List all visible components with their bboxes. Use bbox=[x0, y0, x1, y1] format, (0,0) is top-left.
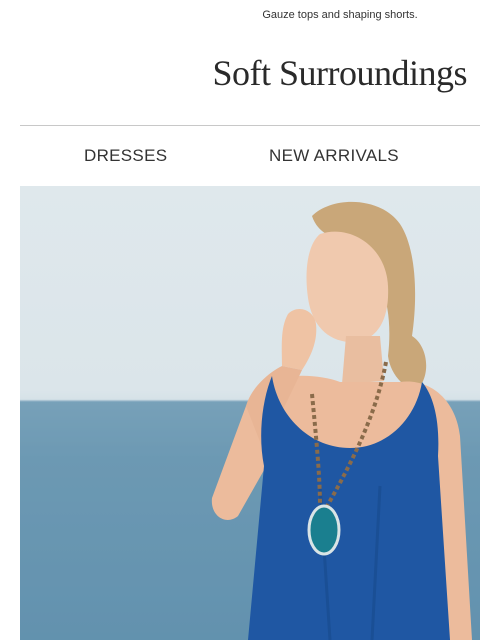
hero-illustration bbox=[20, 201, 480, 640]
preheader: Gauze tops and shaping shorts. bbox=[0, 9, 480, 21]
hero-image[interactable] bbox=[20, 186, 480, 640]
main-nav: DRESSES NEW ARRIVALS bbox=[20, 138, 480, 174]
neck bbox=[342, 336, 384, 384]
nav-dresses[interactable]: DRESSES bbox=[84, 146, 167, 166]
preheader-text: Gauze tops and shaping shorts. bbox=[262, 9, 418, 21]
brand-logo[interactable]: Soft Surroundings bbox=[212, 52, 467, 94]
hand bbox=[281, 309, 317, 370]
header-divider bbox=[20, 125, 480, 126]
nav-new-arrivals[interactable]: NEW ARRIVALS bbox=[269, 146, 399, 166]
pendant bbox=[307, 504, 341, 556]
